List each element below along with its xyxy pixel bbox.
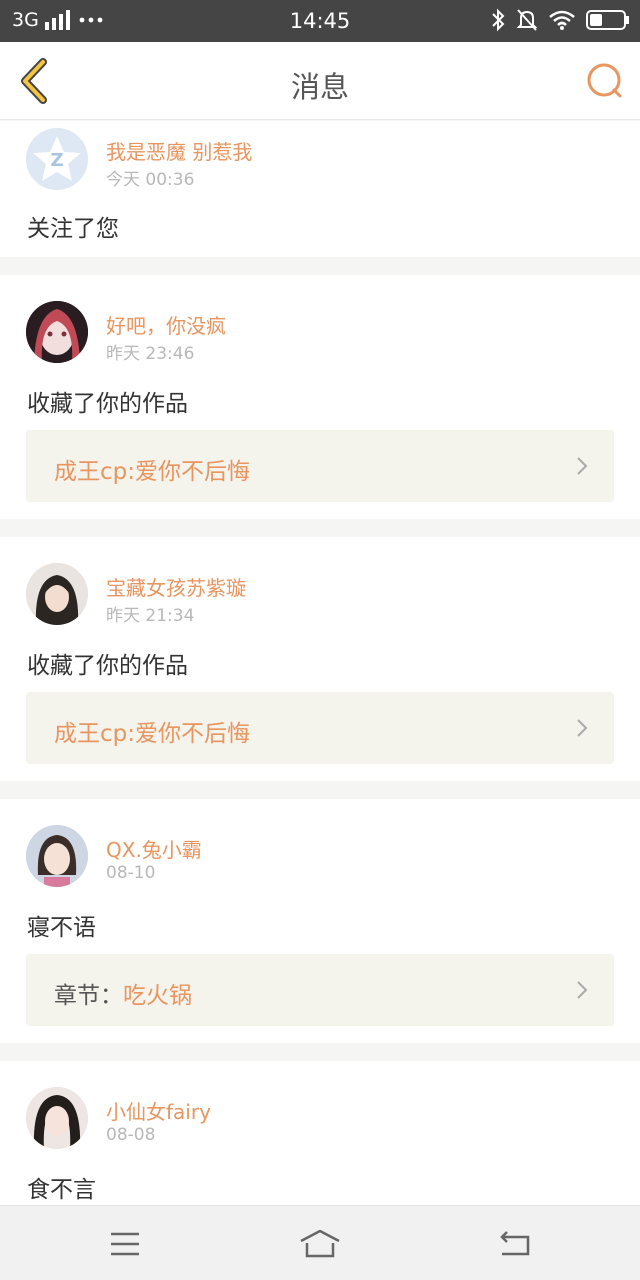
- message-text: 食不言: [27, 1177, 96, 1203]
- bluetooth-icon: [492, 8, 505, 32]
- home-button[interactable]: [295, 1224, 345, 1264]
- message-item[interactable]: QX.兔小霸 08-10 寝不语 章节：吃火锅: [0, 799, 640, 1043]
- chevron-right-icon: [577, 719, 588, 737]
- message-time: 昨天 21:34: [106, 606, 195, 626]
- user-photo: [26, 1087, 88, 1149]
- message-time: 08-10: [106, 863, 156, 883]
- return-icon: [500, 1231, 530, 1256]
- search-button[interactable]: [584, 60, 626, 102]
- user-name[interactable]: 我是恶魔 别惹我: [106, 136, 252, 165]
- chapter-name: 吃火锅: [123, 983, 192, 1009]
- avatar[interactable]: [26, 1087, 88, 1149]
- user-name[interactable]: 好吧，你没疯: [106, 310, 226, 339]
- avatar[interactable]: Z: [26, 128, 88, 190]
- chapter-prefix: 章节：: [54, 983, 123, 1009]
- message-time: 08-08: [106, 1125, 156, 1145]
- chevron-right-icon: [577, 457, 588, 475]
- work-title: 成王cp:爱你不后悔: [54, 459, 250, 485]
- avatar[interactable]: [26, 563, 88, 625]
- chapter-title: 章节：吃火锅: [54, 976, 192, 1010]
- avatar[interactable]: [26, 301, 88, 363]
- user-photo: [26, 825, 88, 887]
- status-bar: 3G 14:45: [0, 0, 640, 42]
- message-item[interactable]: 小仙女fairy 08-08 食不言: [0, 1061, 640, 1205]
- work-link[interactable]: 成王cp:爱你不后悔: [26, 430, 614, 502]
- menu-button[interactable]: [100, 1224, 150, 1264]
- battery-icon: [586, 10, 629, 30]
- system-nav-bar: [0, 1205, 640, 1280]
- message-text: 收藏了你的作品: [27, 391, 188, 417]
- user-name[interactable]: QX.兔小霸: [106, 834, 202, 863]
- chevron-right-icon: [577, 981, 588, 999]
- message-item[interactable]: 好吧，你没疯 昨天 23:46 收藏了你的作品 成王cp:爱你不后悔: [0, 275, 640, 519]
- user-photo: [26, 563, 88, 625]
- user-name[interactable]: 宝藏女孩苏紫璇: [106, 572, 246, 601]
- page-title: 消息: [290, 70, 349, 104]
- message-item[interactable]: Z 我是恶魔 别惹我 今天 00:36 关注了您: [0, 121, 640, 257]
- return-button[interactable]: [490, 1224, 540, 1264]
- menu-icon: [111, 1232, 139, 1256]
- search-icon: [587, 63, 622, 98]
- svg-text:Z: Z: [50, 150, 63, 171]
- work-link[interactable]: 成王cp:爱你不后悔: [26, 692, 614, 764]
- message-text: 关注了您: [27, 216, 119, 242]
- message-text: 寝不语: [27, 915, 96, 941]
- home-icon: [300, 1229, 340, 1258]
- message-time: 昨天 23:46: [106, 344, 195, 364]
- mute-bell-icon: [516, 9, 538, 31]
- user-name[interactable]: 小仙女fairy: [106, 1096, 211, 1125]
- wifi-icon: [549, 10, 575, 30]
- avatar[interactable]: [26, 825, 88, 887]
- message-text: 收藏了你的作品: [27, 653, 188, 679]
- user-photo: [26, 301, 88, 363]
- work-title: 成王cp:爱你不后悔: [54, 721, 250, 747]
- chapter-link[interactable]: 章节：吃火锅: [26, 954, 614, 1026]
- default-avatar-icon: Z: [26, 128, 88, 190]
- header: 消息: [0, 42, 640, 120]
- system-icons: [490, 8, 630, 32]
- message-item[interactable]: 宝藏女孩苏紫璇 昨天 21:34 收藏了你的作品 成王cp:爱你不后悔: [0, 537, 640, 781]
- message-time: 今天 00:36: [106, 170, 195, 190]
- message-list[interactable]: Z 我是恶魔 别惹我 今天 00:36 关注了您 好吧，你没疯 昨天 23:46…: [0, 121, 640, 1205]
